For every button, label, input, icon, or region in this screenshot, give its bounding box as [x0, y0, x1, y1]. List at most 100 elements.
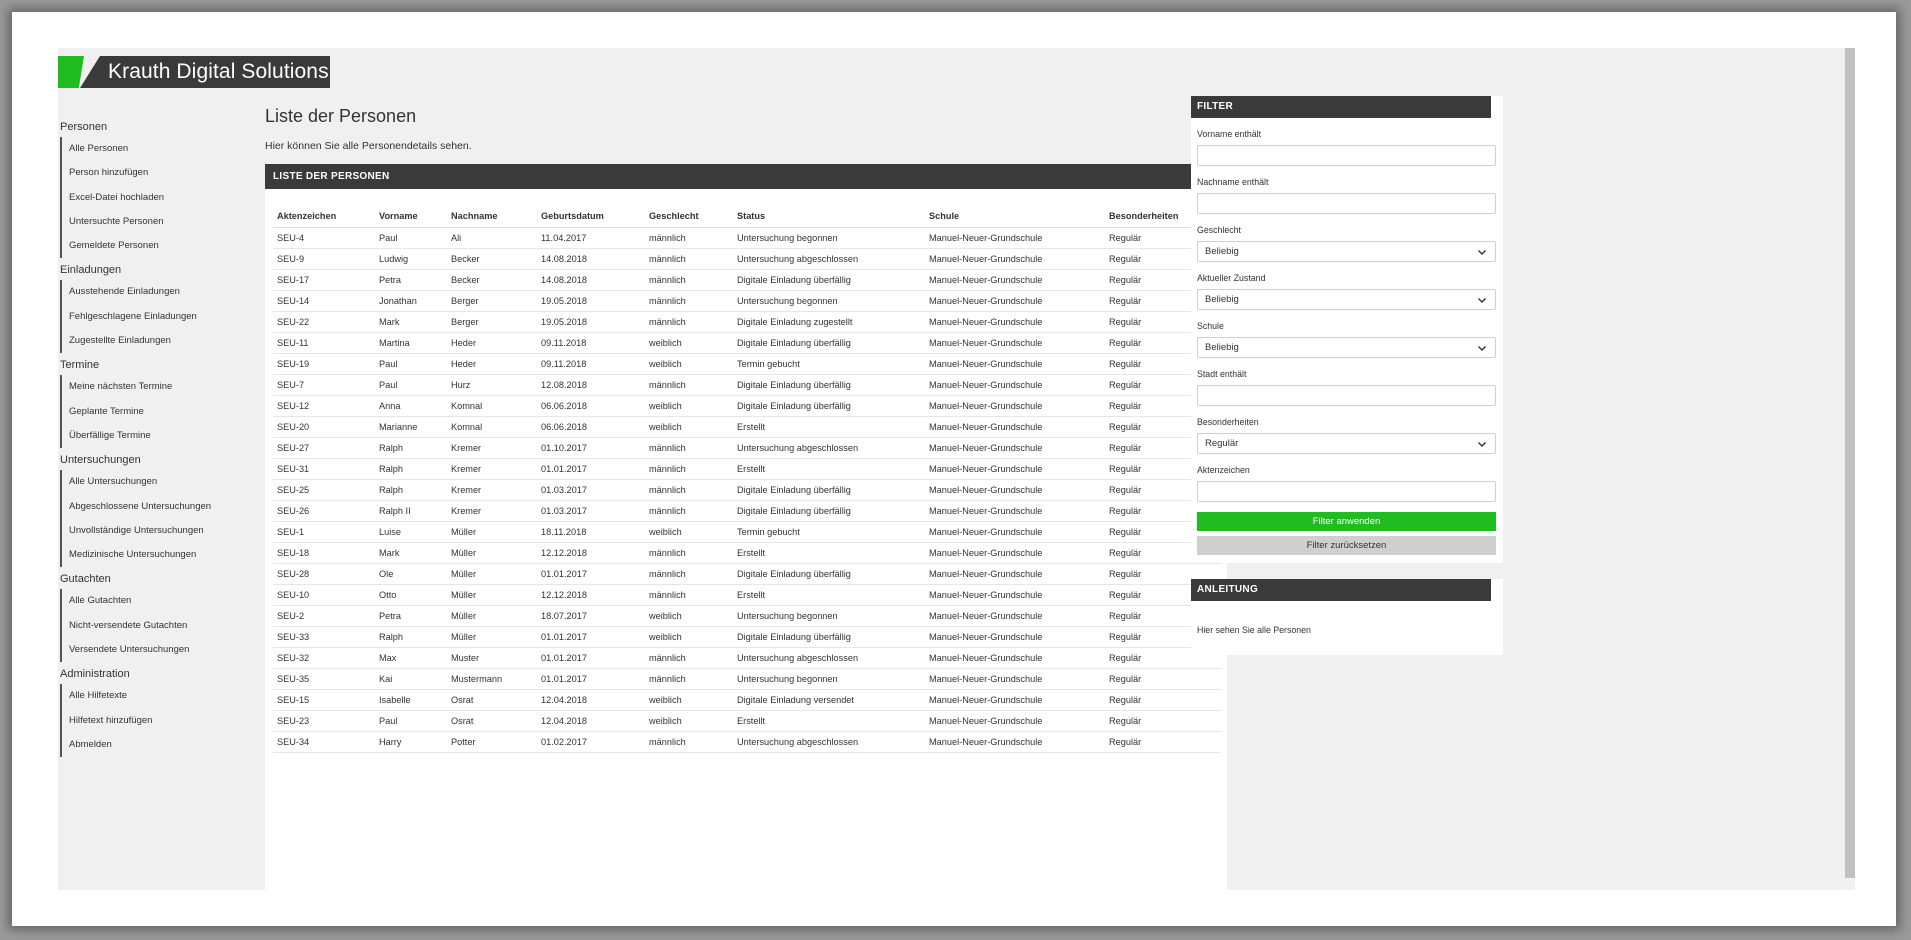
- table-cell: Digitale Einladung überfällig: [733, 332, 925, 354]
- schule-select[interactable]: Beliebig: [1197, 337, 1496, 358]
- geschlecht-select[interactable]: Beliebig: [1197, 241, 1496, 262]
- table-cell: Heder: [447, 353, 537, 375]
- table-cell: Komnal: [447, 416, 537, 438]
- table-row[interactable]: SEU-2 Petra Müller 18.07.2017 weiblich Unters…: [273, 605, 1221, 627]
- table-row[interactable]: SEU-15 Isabelle Osrat 12.04.2018 weiblich Dig…: [273, 689, 1221, 711]
- sidebar-item[interactable]: Excel-Datei hochladen: [62, 186, 260, 210]
- sidebar-item[interactable]: Versendete Untersuchungen: [62, 638, 260, 662]
- sidebar-item[interactable]: Fehlgeschlagene Einladungen: [62, 305, 260, 329]
- column-header[interactable]: Aktenzeichen: [273, 197, 375, 228]
- sidebar-item[interactable]: Abmelden: [62, 733, 260, 757]
- column-header[interactable]: Geburtsdatum: [537, 197, 645, 228]
- table-row[interactable]: SEU-12 Anna Komnal 06.06.2018 weiblich Digita…: [273, 395, 1221, 417]
- scrollbar-track[interactable]: [1845, 878, 1855, 890]
- table-row[interactable]: SEU-4 Paul Ali 11.04.2017 männlich Untersuchu…: [273, 227, 1221, 249]
- aktenzeichen-input[interactable]: [1197, 481, 1496, 502]
- sidebar-item[interactable]: Geplante Termine: [62, 400, 260, 424]
- table-row[interactable]: SEU-10 Otto Müller 12.12.2018 männlich Erstel…: [273, 584, 1221, 606]
- table-cell: 18.07.2017: [537, 605, 645, 627]
- table-row[interactable]: SEU-27 Ralph Kremer 01.10.2017 männlich Unter…: [273, 437, 1221, 459]
- table-row[interactable]: SEU-26 Ralph II Kremer 01.03.2017 männlich Di…: [273, 500, 1221, 522]
- table-cell: männlich: [645, 542, 733, 564]
- table-row[interactable]: SEU-25 Ralph Kremer 01.03.2017 männlich Digit…: [273, 479, 1221, 501]
- column-header[interactable]: Status: [733, 197, 925, 228]
- sidebar-item[interactable]: Abgeschlossene Untersuchungen: [62, 495, 260, 519]
- table-cell: Untersuchung begonnen: [733, 668, 925, 690]
- sidebar-item[interactable]: Gemeldete Personen: [62, 234, 260, 258]
- sidebar-item[interactable]: Medizinische Untersuchungen: [62, 543, 260, 567]
- nav-group: Alle Personen Person hinzufügen Excel-Date…: [60, 137, 260, 259]
- schule-value: Beliebig: [1205, 342, 1239, 353]
- table-cell: SEU-26: [273, 500, 375, 522]
- table-cell: SEU-31: [273, 458, 375, 480]
- sidebar-item[interactable]: Person hinzufügen: [62, 161, 260, 185]
- table-row[interactable]: SEU-22 Mark Berger 19.05.2018 männlich Digita…: [273, 311, 1221, 333]
- zustand-label: Aktueller Zustand: [1197, 273, 1266, 283]
- table-cell: Max: [375, 647, 447, 669]
- table-row[interactable]: SEU-28 Ole Müller 01.01.2017 männlich Digital…: [273, 563, 1221, 585]
- table-cell: Manuel-Neuer-Grundschule: [925, 479, 1105, 501]
- column-header[interactable]: Vorname: [375, 197, 447, 228]
- reset-filter-button[interactable]: Filter zurücksetzen: [1197, 536, 1496, 555]
- sidebar-item[interactable]: Alle Personen: [62, 137, 260, 161]
- panel-header: LISTE DER PERSONEN: [265, 164, 1215, 189]
- table-row[interactable]: SEU-11 Martina Heder 09.11.2018 weiblich Digi…: [273, 332, 1221, 354]
- table-wrapper: Aktenzeichen Vorname Nachname Geburtsdatum G…: [265, 189, 1227, 890]
- zustand-select[interactable]: Beliebig: [1197, 289, 1496, 310]
- column-header[interactable]: Nachname: [447, 197, 537, 228]
- table-cell: Muster: [447, 647, 537, 669]
- sidebar-item[interactable]: Unvollständige Untersuchungen: [62, 519, 260, 543]
- sidebar-item[interactable]: Alle Hilfetexte: [62, 684, 260, 708]
- sidebar-item[interactable]: Zugestellte Einladungen: [62, 329, 260, 353]
- table-row[interactable]: SEU-32 Max Muster 01.01.2017 männlich Untersu…: [273, 647, 1221, 669]
- table-row[interactable]: SEU-17 Petra Becker 14.08.2018 männlich Digit…: [273, 269, 1221, 291]
- guide-header: ANLEITUNG: [1191, 579, 1491, 601]
- table-cell: Manuel-Neuer-Grundschule: [925, 395, 1105, 417]
- table-cell: Manuel-Neuer-Grundschule: [925, 353, 1105, 375]
- table-row[interactable]: SEU-1 Luise Müller 18.11.2018 weiblich Termin…: [273, 521, 1221, 543]
- table-cell: SEU-18: [273, 542, 375, 564]
- sidebar-item[interactable]: Alle Untersuchungen: [62, 470, 260, 494]
- scrollbar-thumb[interactable]: [1845, 48, 1855, 878]
- sidebar-item[interactable]: Alle Gutachten: [62, 589, 260, 613]
- filter-box: FILTER Vorname enthält Nachname enthält …: [1191, 96, 1503, 563]
- table-cell: Heder: [447, 332, 537, 354]
- sidebar-item[interactable]: Überfällige Termine: [62, 424, 260, 448]
- table-cell: SEU-34: [273, 731, 375, 753]
- vorname-input[interactable]: [1197, 145, 1496, 166]
- sidebar-item[interactable]: Ausstehende Einladungen: [62, 280, 260, 304]
- stadt-label: Stadt enthält: [1197, 369, 1247, 379]
- table-row[interactable]: SEU-19 Paul Heder 09.11.2018 weiblich Termin …: [273, 353, 1221, 375]
- table-cell: Ralph: [375, 437, 447, 459]
- nachname-input[interactable]: [1197, 193, 1496, 214]
- table-cell: Manuel-Neuer-Grundschule: [925, 290, 1105, 312]
- table-cell: männlich: [645, 290, 733, 312]
- table-row[interactable]: SEU-33 Ralph Müller 01.01.2017 weiblich Digit…: [273, 626, 1221, 648]
- guide-box: ANLEITUNG Hier sehen Sie alle Personen: [1191, 579, 1503, 655]
- table-row[interactable]: SEU-18 Mark Müller 12.12.2018 männlich Erstel…: [273, 542, 1221, 564]
- column-header[interactable]: Schule: [925, 197, 1105, 228]
- sidebar-item[interactable]: Meine nächsten Termine: [62, 375, 260, 399]
- table-cell: SEU-25: [273, 479, 375, 501]
- column-header[interactable]: Geschlecht: [645, 197, 733, 228]
- table-row[interactable]: SEU-31 Ralph Kremer 01.01.2017 männlich Erste…: [273, 458, 1221, 480]
- table-row[interactable]: SEU-23 Paul Osrat 12.04.2018 weiblich Erstell…: [273, 710, 1221, 732]
- table-row[interactable]: SEU-9 Ludwig Becker 14.08.2018 männlich Unter…: [273, 248, 1221, 270]
- besonderheiten-select[interactable]: Regulär: [1197, 433, 1496, 454]
- table-cell: Erstellt: [733, 458, 925, 480]
- table-row[interactable]: SEU-34 Harry Potter 01.02.2017 männlich Unter…: [273, 731, 1221, 753]
- table-row[interactable]: SEU-14 Jonathan Berger 19.05.2018 männlich Un…: [273, 290, 1221, 312]
- stadt-input[interactable]: [1197, 385, 1496, 406]
- nav-section-title: Einladungen: [60, 264, 122, 277]
- table-row[interactable]: SEU-35 Kai Mustermann 01.01.2017 männlich Unt…: [273, 668, 1221, 690]
- apply-filter-button[interactable]: Filter anwenden: [1197, 512, 1496, 531]
- brand-logo[interactable]: Krauth Digital Solutions: [58, 56, 330, 88]
- table-cell: männlich: [645, 500, 733, 522]
- table-row[interactable]: SEU-7 Paul Hurz 12.08.2018 männlich Digitale …: [273, 374, 1221, 396]
- table-row[interactable]: SEU-20 Marianne Komnal 06.06.2018 weiblich Er…: [273, 416, 1221, 438]
- sidebar-item[interactable]: Nicht-versendete Gutachten: [62, 614, 260, 638]
- sidebar-item[interactable]: Untersuchte Personen: [62, 210, 260, 234]
- sidebar-item[interactable]: Hilfetext hinzufügen: [62, 709, 260, 733]
- geschlecht-value: Beliebig: [1205, 246, 1239, 257]
- table-cell: SEU-17: [273, 269, 375, 291]
